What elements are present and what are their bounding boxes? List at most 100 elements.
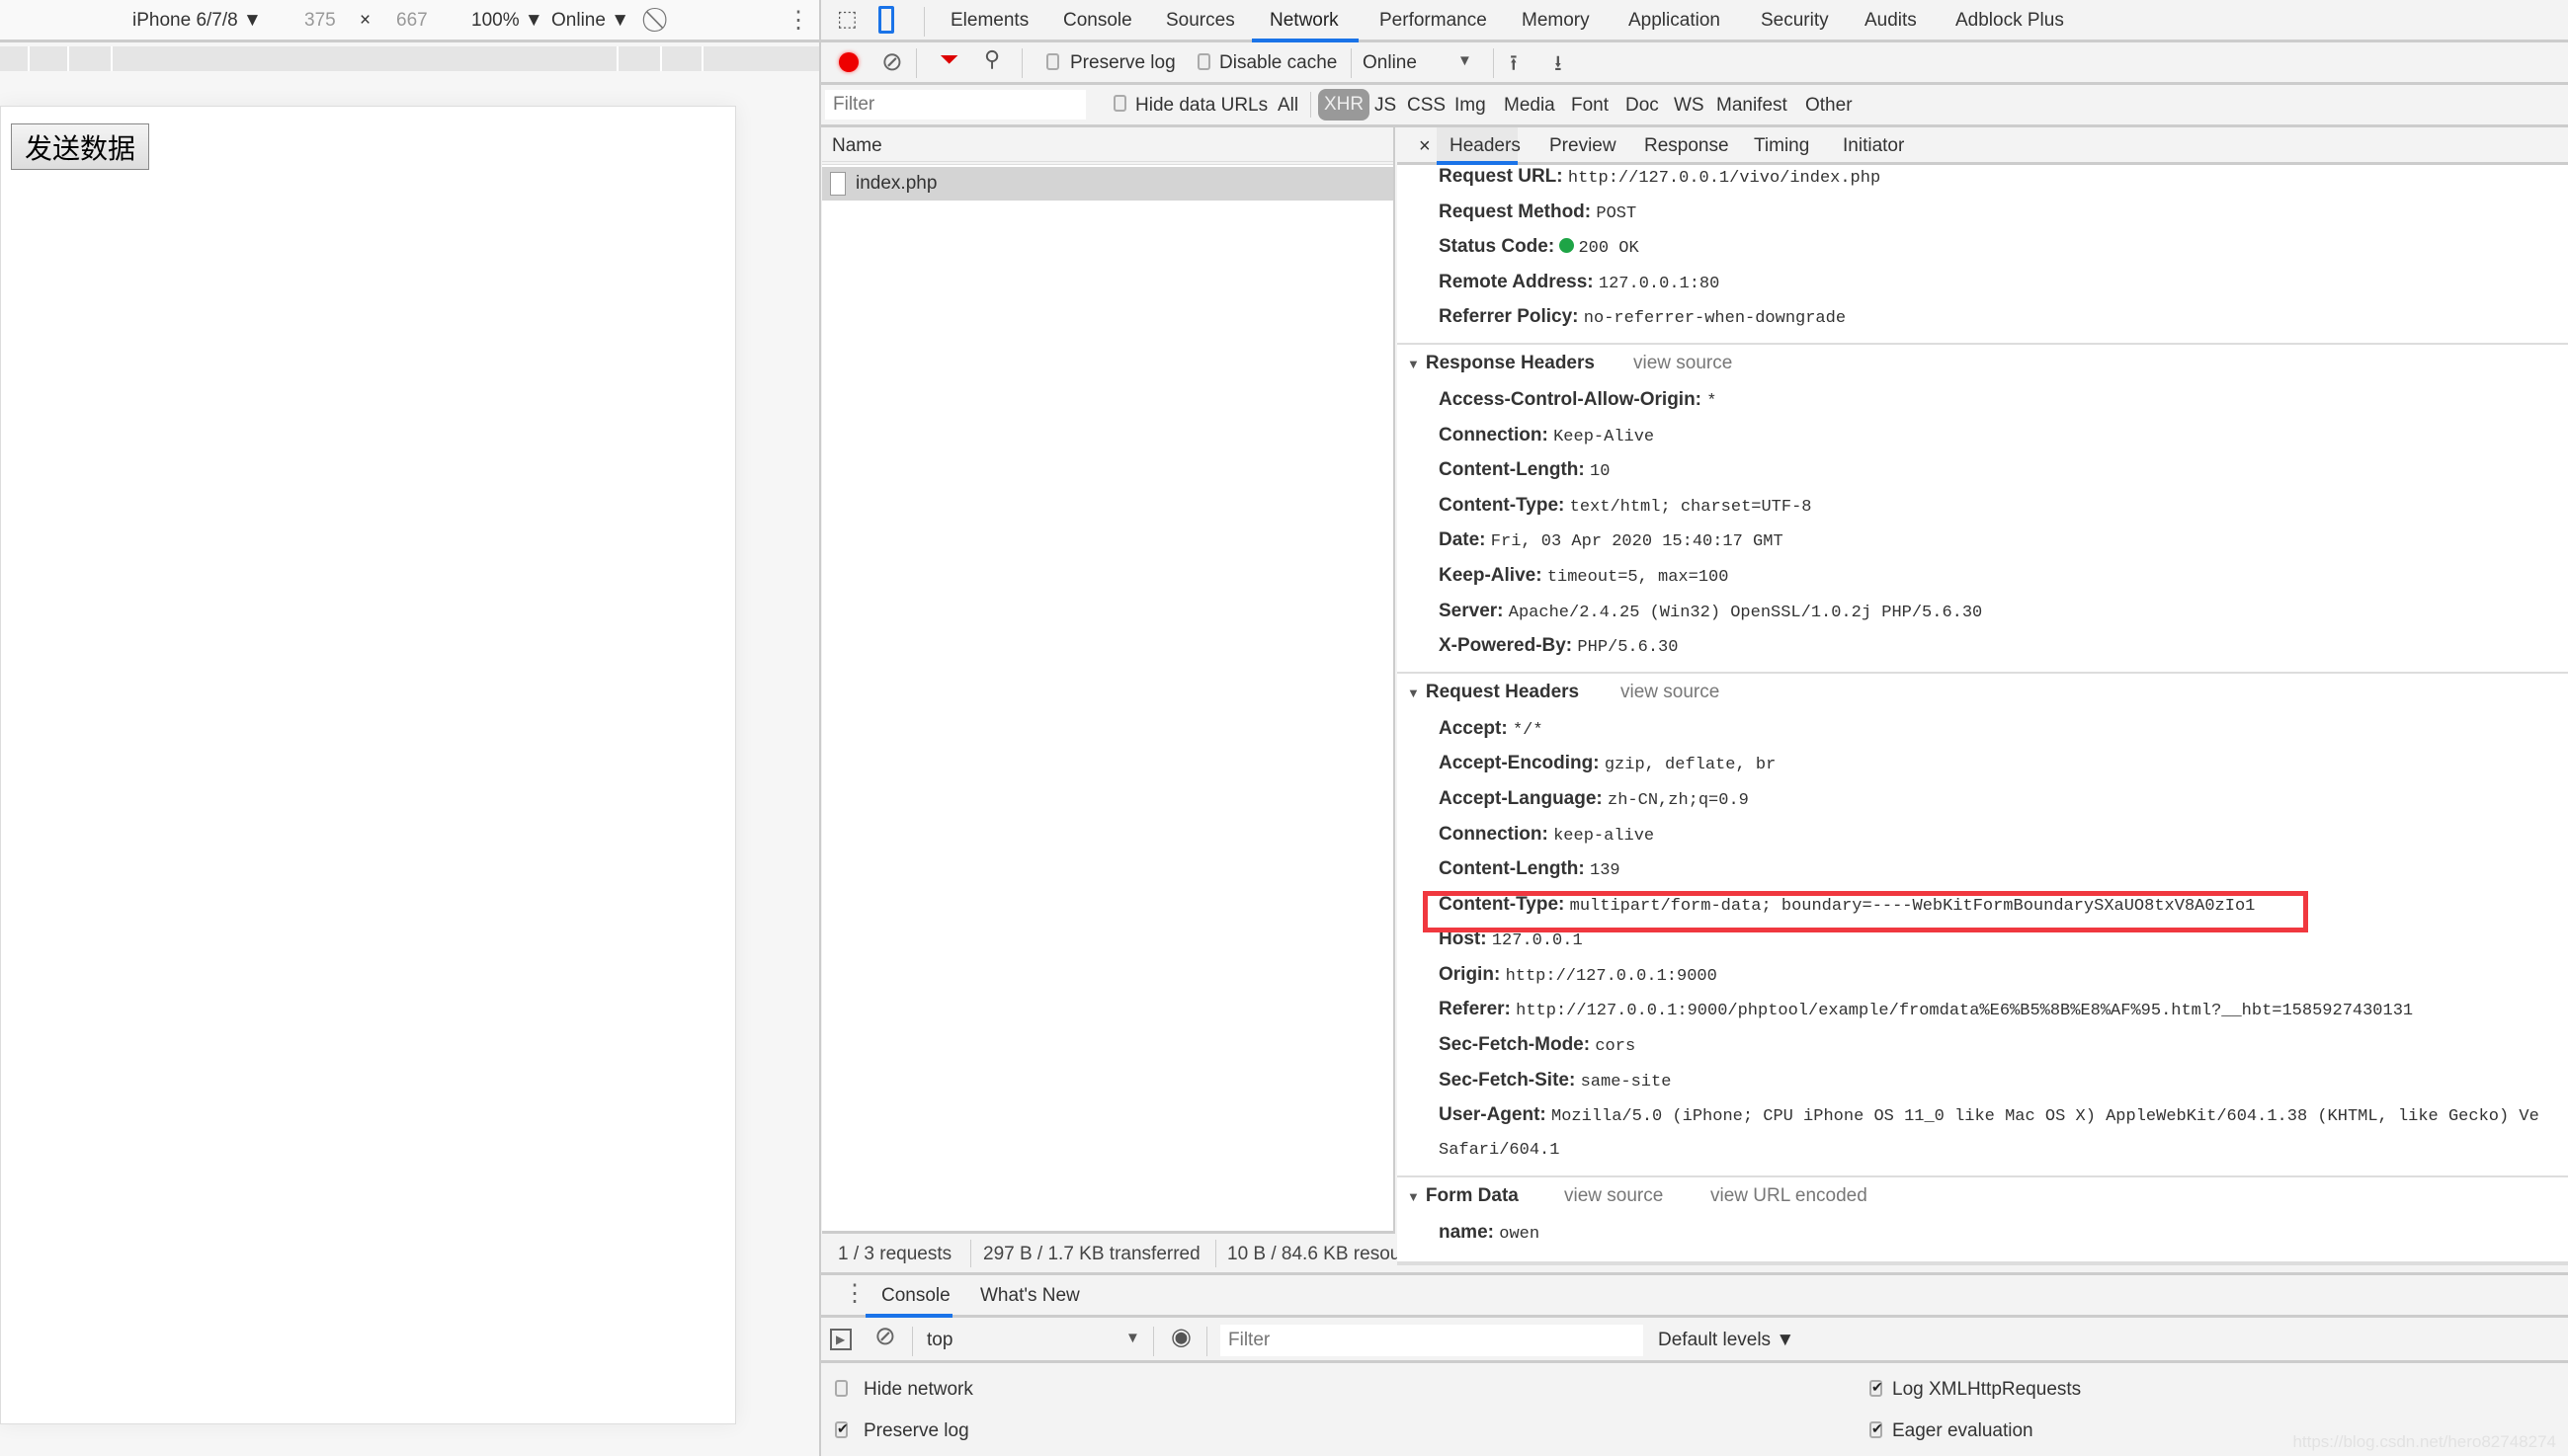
header-name: Sec-Fetch-Site: bbox=[1439, 1069, 1576, 1091]
tab-security[interactable]: Security bbox=[1761, 10, 1829, 32]
tab-memory[interactable]: Memory bbox=[1522, 10, 1590, 32]
header-value: PHP/5.6.30 bbox=[1577, 638, 1679, 658]
type-img[interactable]: Img bbox=[1454, 95, 1486, 117]
response-headers-section[interactable]: ▼ Response Headers view source bbox=[1397, 342, 2568, 382]
device-select[interactable]: iPhone 6/7/8 ▼ bbox=[132, 10, 262, 32]
inspect-element-icon[interactable]: ⬚ bbox=[837, 6, 858, 32]
tab-initiator[interactable]: Initiator bbox=[1843, 135, 1904, 157]
header-value: cors bbox=[1595, 1037, 1636, 1057]
preserve-log-label: Preserve log bbox=[1070, 52, 1176, 73]
hide-data-urls-label: Hide data URLs bbox=[1135, 95, 1269, 116]
form-data-section[interactable]: ▼ Form Data view source view URL encoded bbox=[1397, 1175, 2568, 1215]
header-value: Apache/2.4.25 (Win32) OpenSSL/1.0.2j PHP… bbox=[1508, 603, 1983, 622]
filter-input[interactable] bbox=[825, 90, 1086, 120]
devtools-tabbar: ⬚ Elements Console Sources Network Perfo… bbox=[821, 0, 2568, 42]
tab-timing[interactable]: Timing bbox=[1754, 135, 1809, 157]
tab-audits[interactable]: Audits bbox=[1864, 10, 1917, 32]
header-value: 127.0.0.1:80 bbox=[1598, 274, 1720, 293]
type-ws[interactable]: WS bbox=[1674, 95, 1704, 117]
request-row[interactable]: index.php bbox=[822, 167, 1393, 201]
header-row: Sec-Fetch-Mode: cors bbox=[1397, 1027, 2568, 1063]
header-name: Connection: bbox=[1439, 424, 1548, 445]
clear-console-icon[interactable]: ⊘ bbox=[874, 1321, 896, 1351]
log-xhr-checkbox[interactable] bbox=[1869, 1379, 1883, 1397]
preserve-log-label: Preserve log bbox=[864, 1420, 969, 1441]
context-select[interactable]: top bbox=[927, 1330, 953, 1351]
triangle-down-icon: ▼ bbox=[1407, 356, 1420, 371]
width-input[interactable]: 375 bbox=[304, 10, 336, 32]
type-css[interactable]: CSS bbox=[1407, 95, 1446, 117]
more-options-icon[interactable]: ⋮ bbox=[787, 6, 810, 35]
disable-cache-label: Disable cache bbox=[1219, 52, 1338, 73]
zoom-select[interactable]: 100% ▼ bbox=[471, 10, 543, 32]
type-js[interactable]: JS bbox=[1374, 95, 1396, 117]
view-url-encoded-link[interactable]: view URL encoded bbox=[1710, 1177, 1867, 1215]
type-all[interactable]: All bbox=[1278, 95, 1298, 117]
throttle-select[interactable]: Online bbox=[1363, 52, 1417, 74]
request-headers-section[interactable]: ▼ Request Headers view source bbox=[1397, 671, 2568, 711]
hide-network-checkbox[interactable] bbox=[835, 1380, 848, 1397]
chevron-down-icon[interactable]: ▼ bbox=[1457, 52, 1472, 69]
import-har-icon[interactable]: ⭱ bbox=[1510, 46, 1518, 84]
tab-preview[interactable]: Preview bbox=[1549, 135, 1616, 157]
header-row: Connection: Keep-Alive bbox=[1397, 418, 2568, 453]
search-icon[interactable]: ⚲ bbox=[984, 46, 1000, 72]
tab-elements[interactable]: Elements bbox=[951, 10, 1029, 32]
tab-console[interactable]: Console bbox=[881, 1285, 951, 1307]
type-manifest[interactable]: Manifest bbox=[1716, 95, 1787, 117]
preserve-log-checkbox[interactable] bbox=[835, 1420, 849, 1438]
header-value: Keep-Alive bbox=[1553, 427, 1655, 446]
media-query-ruler[interactable] bbox=[0, 46, 819, 71]
type-doc[interactable]: Doc bbox=[1625, 95, 1659, 117]
console-filter-input[interactable] bbox=[1220, 1325, 1643, 1356]
tab-application[interactable]: Application bbox=[1628, 10, 1720, 32]
clear-icon[interactable]: ⊘ bbox=[881, 46, 903, 77]
type-font[interactable]: Font bbox=[1571, 95, 1609, 117]
header-name: Referer: bbox=[1439, 999, 1511, 1020]
header-value: 139 bbox=[1590, 861, 1620, 881]
preserve-log-checkbox[interactable] bbox=[1046, 53, 1059, 70]
header-row: User-Agent: Mozilla/5.0 (iPhone; CPU iPh… bbox=[1397, 1097, 2568, 1133]
tab-whats-new[interactable]: What's New bbox=[980, 1285, 1080, 1307]
tab-response[interactable]: Response bbox=[1644, 135, 1729, 157]
close-icon[interactable]: × bbox=[1419, 135, 1431, 158]
throttle-select[interactable]: Online ▼ bbox=[551, 10, 629, 32]
tab-headers[interactable]: Headers bbox=[1450, 135, 1521, 157]
type-xhr[interactable]: XHR bbox=[1318, 89, 1370, 121]
sidebar-toggle-icon[interactable]: ▶ bbox=[830, 1329, 852, 1350]
header-name: Content-Type: bbox=[1439, 494, 1565, 516]
eye-icon[interactable]: ◉ bbox=[1171, 1323, 1192, 1351]
export-har-icon[interactable]: ⭳ bbox=[1554, 46, 1562, 84]
header-value: http://127.0.0.1:9000/phptool/example/fr… bbox=[1516, 1002, 2414, 1021]
hide-data-urls-checkbox[interactable] bbox=[1114, 95, 1126, 112]
section-title: Request Headers bbox=[1425, 681, 1580, 702]
view-source-link[interactable]: view source bbox=[1633, 345, 1732, 382]
tab-network[interactable]: Network bbox=[1270, 10, 1339, 32]
tab-performance[interactable]: Performance bbox=[1379, 10, 1487, 32]
type-media[interactable]: Media bbox=[1504, 95, 1555, 117]
network-toolbar: ⊘ ⏷ ⚲ Preserve log Disable cache Online … bbox=[821, 42, 2568, 85]
transferred-size: 297 B / 1.7 KB transferred bbox=[983, 1244, 1201, 1264]
header-row: Access-Control-Allow-Origin: * bbox=[1397, 382, 2568, 418]
type-other[interactable]: Other bbox=[1805, 95, 1853, 117]
watermark: https://blog.csdn.net/hero82748274 bbox=[2292, 1432, 2556, 1451]
chevron-down-icon[interactable]: ▼ bbox=[1125, 1330, 1140, 1346]
height-input[interactable]: 667 bbox=[396, 10, 428, 32]
tab-console[interactable]: Console bbox=[1063, 10, 1132, 32]
view-source-link[interactable]: view source bbox=[1564, 1177, 1663, 1215]
drawer-menu-icon[interactable]: ⋮ bbox=[843, 1279, 867, 1308]
tab-adblock-plus[interactable]: Adblock Plus bbox=[1955, 10, 2064, 32]
device-toolbar-icon[interactable] bbox=[878, 6, 894, 34]
header-name: Date: bbox=[1439, 529, 1486, 551]
send-data-button[interactable]: 发送数据 bbox=[11, 123, 149, 170]
tab-sources[interactable]: Sources bbox=[1166, 10, 1235, 32]
header-value: POST bbox=[1596, 203, 1637, 223]
header-value: 200 OK bbox=[1578, 239, 1639, 259]
filter-icon[interactable]: ⏷ bbox=[940, 46, 958, 74]
name-column-header[interactable]: Name bbox=[822, 127, 1393, 165]
view-source-link[interactable]: view source bbox=[1620, 674, 1719, 711]
disable-cache-checkbox[interactable] bbox=[1198, 53, 1210, 70]
log-levels-select[interactable]: Default levels ▼ bbox=[1658, 1330, 1794, 1351]
record-icon[interactable] bbox=[839, 52, 859, 72]
eager-evaluation-checkbox[interactable] bbox=[1869, 1420, 1883, 1438]
